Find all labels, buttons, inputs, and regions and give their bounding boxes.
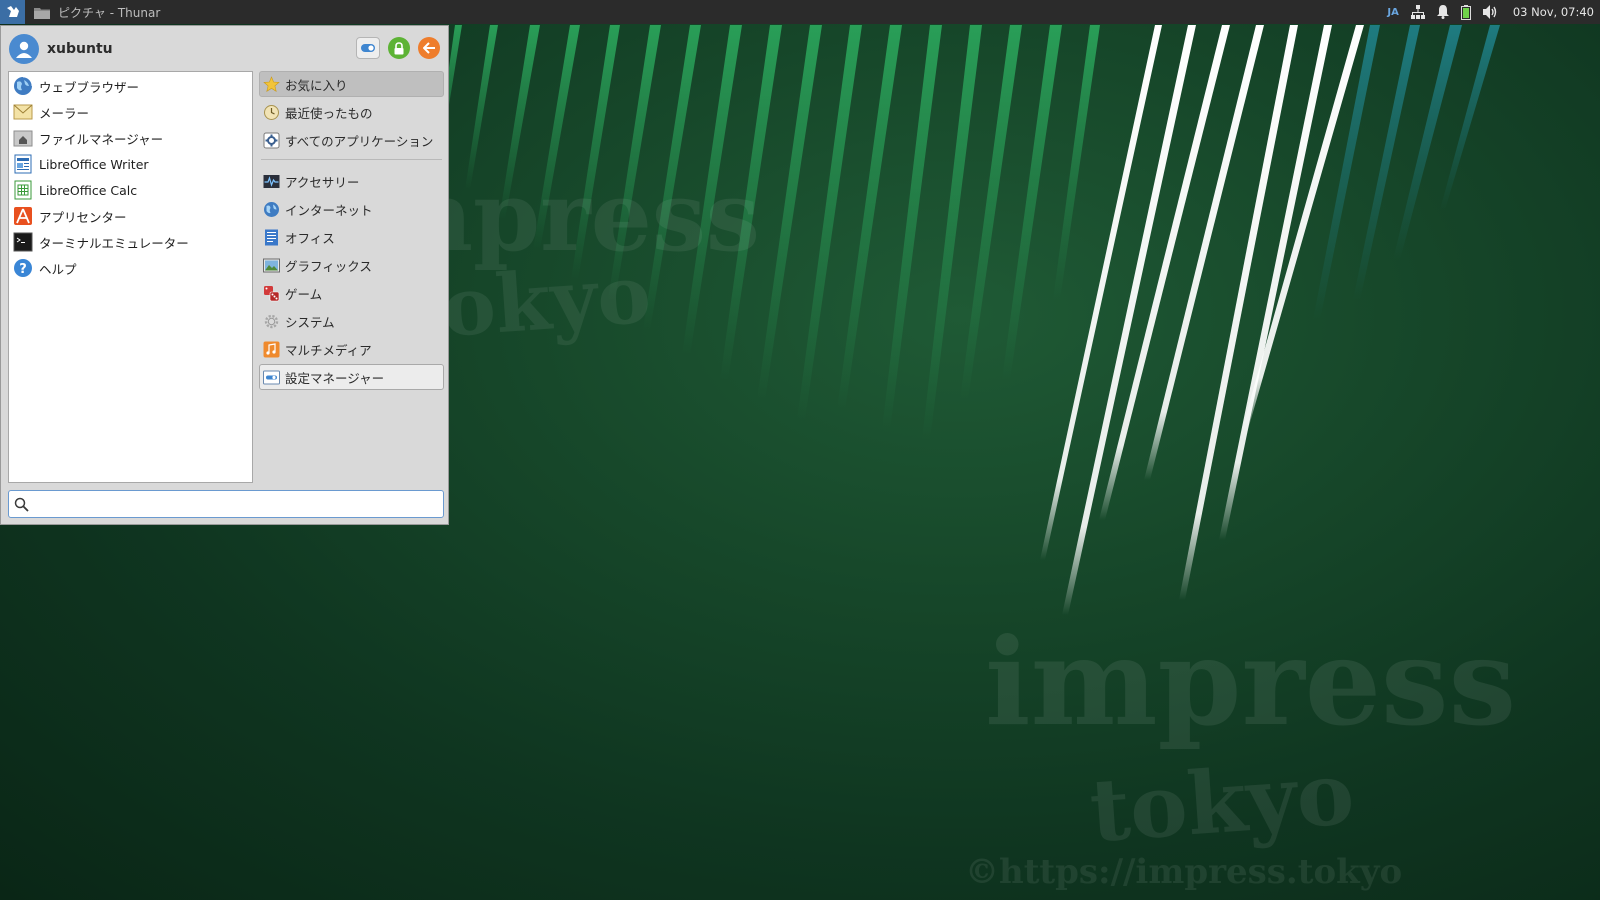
category-office[interactable]: オフィス <box>259 224 444 250</box>
favorite-label: メーラー <box>39 105 90 121</box>
writer-icon <box>13 154 33 174</box>
favorite-label: LibreOffice Writer <box>39 156 149 172</box>
category-label: インターネット <box>285 202 373 218</box>
favorites-list: ウェブブラウザー メーラー ファイルマネージャー LibreOffice Wri… <box>8 71 253 483</box>
volume-icon[interactable] <box>1482 5 1499 19</box>
recent-icon <box>263 104 280 121</box>
category-label: 設定マネージャー <box>285 370 385 386</box>
favorite-label: ウェブブラウザー <box>39 79 140 95</box>
category-label: すべてのアプリケーション <box>285 133 434 149</box>
list-item[interactable]: アプリセンター <box>9 203 252 229</box>
list-item[interactable]: ウェブブラウザー <box>9 73 252 99</box>
user-avatar-icon <box>16 41 32 58</box>
graphics-icon <box>263 257 280 274</box>
settings-manager-icon <box>263 369 280 386</box>
search-input[interactable] <box>35 495 429 513</box>
category-label: アクセサリー <box>285 174 360 190</box>
list-item[interactable]: メーラー <box>9 99 252 125</box>
settings-toggle-icon <box>361 44 375 52</box>
internet-icon <box>263 201 280 218</box>
category-multimedia[interactable]: マルチメディア <box>259 336 444 362</box>
watermark-impress-large: impress <box>985 612 1517 753</box>
category-all-apps[interactable]: すべてのアプリケーション <box>259 127 444 153</box>
calc-icon <box>13 180 33 200</box>
watermark-url: ©https://impress.tokyo <box>965 852 1403 892</box>
category-games[interactable]: ゲーム <box>259 280 444 306</box>
logout-button[interactable] <box>418 37 440 59</box>
app-center-icon <box>13 206 33 226</box>
svg-text:?: ? <box>19 262 27 277</box>
network-icon[interactable] <box>1410 5 1425 19</box>
list-item[interactable]: ターミナルエミュレーター <box>9 229 252 255</box>
category-list: お気に入り 最近使ったもの すべてのアプリケーション アクセサリー インターネッ… <box>259 71 444 392</box>
category-label: ゲーム <box>285 286 323 302</box>
category-recent[interactable]: 最近使ったもの <box>259 99 444 125</box>
list-item[interactable]: LibreOffice Calc <box>9 177 252 203</box>
games-icon <box>263 285 280 302</box>
folder-icon <box>34 7 50 19</box>
user-header: xubuntu <box>9 34 113 64</box>
watermark-tokyo-large: tokyo <box>1086 742 1358 863</box>
search-box[interactable] <box>8 490 444 518</box>
category-accessories[interactable]: アクセサリー <box>259 168 444 194</box>
terminal-icon <box>13 232 33 252</box>
system-tray: JA 03 Nov, 07:40 <box>1387 0 1594 24</box>
xubuntu-logo-icon <box>6 6 19 17</box>
battery-icon[interactable] <box>1460 4 1471 20</box>
category-settings-manager[interactable]: 設定マネージャー <box>259 364 444 390</box>
category-label: システム <box>285 314 335 330</box>
office-icon <box>263 229 280 246</box>
multimedia-icon <box>263 341 280 358</box>
category-system[interactable]: システム <box>259 308 444 334</box>
category-label: グラフィックス <box>285 258 372 274</box>
category-label: オフィス <box>285 230 335 246</box>
help-icon: ? <box>13 258 33 278</box>
settings-manager-button[interactable] <box>356 37 380 59</box>
menu-action-buttons <box>356 37 440 59</box>
accessories-icon <box>263 173 280 190</box>
lock-screen-button[interactable] <box>388 37 410 59</box>
category-label: マルチメディア <box>285 342 372 358</box>
whisker-menu: xubuntu ウェブブラウザー メーラー ファイルマネージャー LibreOf… <box>0 25 449 525</box>
list-item[interactable]: LibreOffice Writer <box>9 151 252 177</box>
taskbar-item-label: ピクチャ - Thunar <box>58 5 161 20</box>
avatar <box>9 34 39 64</box>
category-label: 最近使ったもの <box>285 105 373 121</box>
all-apps-icon <box>263 132 280 149</box>
search-icon <box>14 497 29 512</box>
favorite-label: ヘルプ <box>39 261 77 277</box>
top-panel: ピクチャ - Thunar JA 03 Nov, 07:40 <box>0 0 1600 24</box>
list-item[interactable]: ファイルマネージャー <box>9 125 252 151</box>
mail-icon <box>13 102 33 122</box>
whisker-menu-button[interactable] <box>0 0 25 24</box>
star-icon <box>263 75 280 93</box>
taskbar-item-thunar[interactable]: ピクチャ - Thunar <box>34 0 160 24</box>
username: xubuntu <box>47 41 113 57</box>
notification-bell-icon[interactable] <box>1436 5 1449 19</box>
favorite-label: LibreOffice Calc <box>39 182 138 198</box>
category-graphics[interactable]: グラフィックス <box>259 252 444 278</box>
favorite-label: ファイルマネージャー <box>39 131 164 147</box>
category-label: お気に入り <box>285 77 348 93</box>
favorite-label: アプリセンター <box>39 209 127 225</box>
category-separator <box>261 159 442 160</box>
web-browser-icon <box>13 76 33 96</box>
lock-icon <box>394 41 404 54</box>
category-favorites[interactable]: お気に入り <box>259 71 444 97</box>
clock[interactable]: 03 Nov, 07:40 <box>1513 5 1594 19</box>
logout-arrow-icon <box>422 42 435 54</box>
system-icon <box>263 313 280 330</box>
category-internet[interactable]: インターネット <box>259 196 444 222</box>
file-manager-icon <box>13 128 33 148</box>
list-item[interactable]: ? ヘルプ <box>9 255 252 281</box>
favorite-label: ターミナルエミュレーター <box>39 235 189 251</box>
input-method-indicator[interactable]: JA <box>1387 7 1398 18</box>
